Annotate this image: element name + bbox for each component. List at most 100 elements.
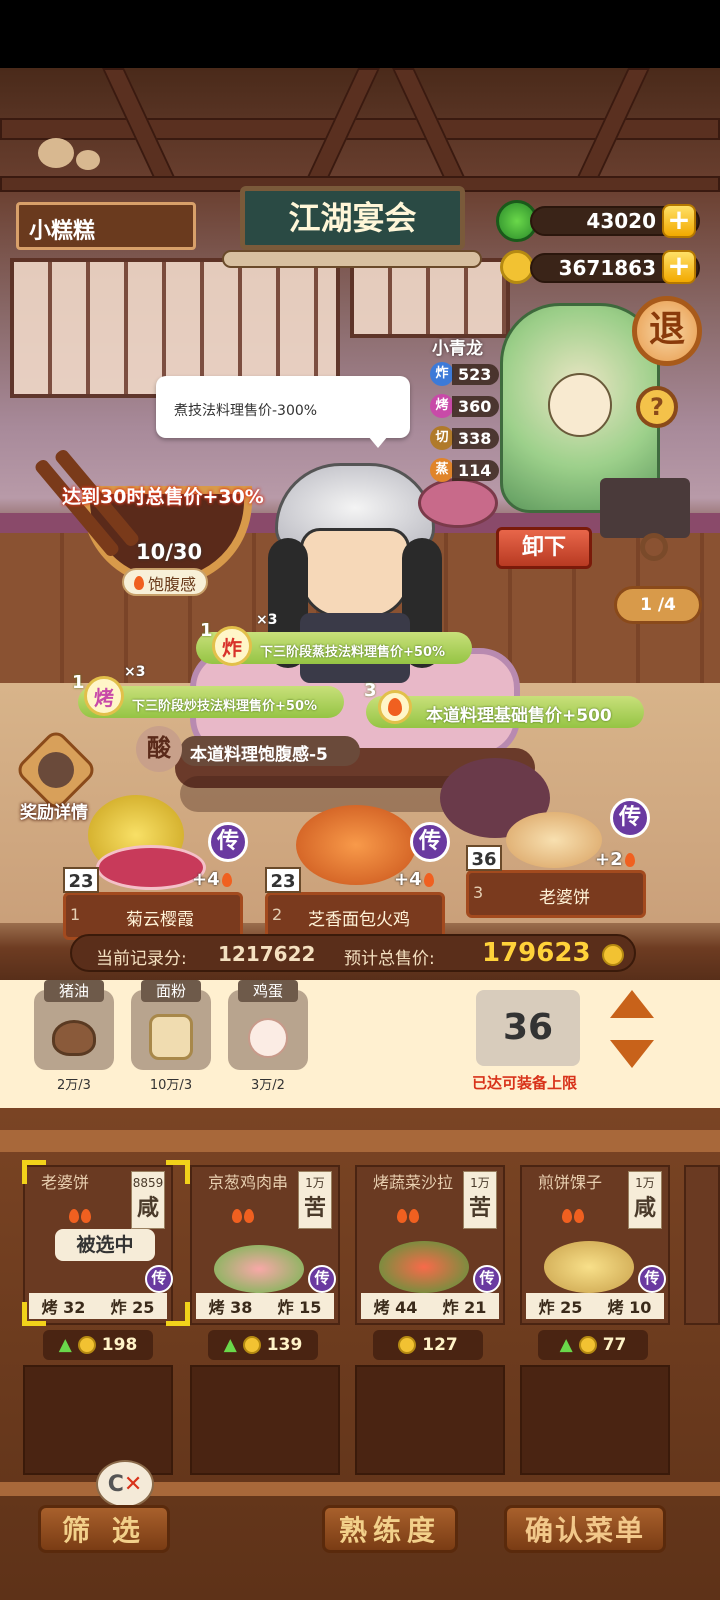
ingredient-name: 鸡蛋 xyxy=(238,980,298,1002)
bird-decoration xyxy=(38,138,74,168)
recipe-card-1[interactable]: 老婆饼 8859 咸 被选中 传 烤 32 炸 25 xyxy=(23,1165,173,1325)
quantity-display: 36 xyxy=(476,990,580,1066)
record-value: 1217622 xyxy=(218,942,316,966)
pink-basin xyxy=(418,478,498,528)
exit-button[interactable]: 退 xyxy=(632,296,702,366)
satiety-progress: 10/30 xyxy=(136,540,203,564)
recipe-card-4[interactable]: 煎饼馃子 1万 咸 传 炸 25 烤 10 xyxy=(520,1165,670,1325)
chef-page-indicator[interactable]: 1 /4 xyxy=(614,586,702,624)
flame-icon xyxy=(222,873,232,887)
dish-name: 芝香面包火鸡 xyxy=(308,910,410,930)
stat-value: 25 xyxy=(560,1298,583,1317)
filter-clear-icon[interactable]: C ✕ xyxy=(96,1460,154,1508)
dish-count: 23 xyxy=(63,867,99,893)
stat-value: 523 xyxy=(452,363,500,385)
coin-icon xyxy=(398,1336,417,1354)
anvil xyxy=(600,478,690,538)
ingredient-lard[interactable]: 猪油 2万/3 xyxy=(34,980,114,1093)
score-bar: 当前记录分: 1217622 预计总售价: 179623 xyxy=(70,934,636,972)
add-gems-button[interactable]: + xyxy=(662,204,696,238)
hanging-ring xyxy=(640,533,668,561)
menu-slot-2[interactable]: 23 2 芝香面包火鸡 +4 xyxy=(265,867,445,940)
help-button[interactable]: ? xyxy=(636,386,678,428)
quantity-down-arrow[interactable] xyxy=(610,1040,654,1068)
recipe-tag: 1万 苦 xyxy=(463,1171,497,1229)
bonus-text: 下三阶段蒸技法料理售价+50% xyxy=(260,645,446,660)
recipe-image xyxy=(379,1241,469,1293)
dish-plate xyxy=(96,845,206,890)
confirm-menu-button[interactable]: 确认菜单 xyxy=(504,1505,666,1553)
recipe-stats: 炸 25 烤 10 xyxy=(526,1293,664,1319)
satiety-badge: 饱腹感 xyxy=(122,568,209,596)
bonus-text: 本道料理基础售价+500 xyxy=(426,706,612,726)
banner-title: 江湖宴会 xyxy=(240,186,465,250)
coin-icon xyxy=(500,250,534,284)
stat-value: 10 xyxy=(629,1298,652,1317)
recipe-price: ▲ 77 xyxy=(538,1330,648,1360)
roast-badge-icon: 烤 xyxy=(84,676,124,716)
chef-face xyxy=(300,528,410,618)
coin-icon xyxy=(602,944,624,966)
fry-badge-icon: 炸 xyxy=(212,626,252,666)
slot-index: 1 xyxy=(70,905,81,924)
lattice-window xyxy=(350,258,510,338)
add-coins-button[interactable]: + xyxy=(662,250,696,284)
flame-icon xyxy=(397,1209,407,1223)
recipe-card-2[interactable]: 京葱鸡肉串 1万 苦 传 烤 38 炸 15 xyxy=(190,1165,340,1325)
stat-steam: 蒸 114 xyxy=(430,458,500,482)
legendary-badge: 传 xyxy=(208,822,248,862)
bonus-fry: 1 炸 ×3 下三阶段蒸技法料理售价+50% xyxy=(196,612,472,666)
bonus-base-price: 3 本道料理基础售价+500 xyxy=(364,680,644,728)
bonus-multiplier: ×3 xyxy=(124,664,146,680)
legendary-badge: 传 xyxy=(473,1265,501,1293)
flame-icon xyxy=(69,1209,79,1223)
up-arrow-icon: ▲ xyxy=(58,1335,72,1355)
ingredient-flour[interactable]: 面粉 10万/3 xyxy=(131,980,211,1093)
recipe-name: 京葱鸡肉串 xyxy=(208,1173,289,1192)
empty-slot xyxy=(520,1365,670,1475)
selected-label: 被选中 xyxy=(55,1229,155,1261)
stat-value: 21 xyxy=(464,1298,487,1317)
legendary-badge: 传 xyxy=(308,1265,336,1293)
stat-icon: 炸 xyxy=(110,1298,127,1317)
price-value: 139 xyxy=(266,1335,303,1355)
unequip-button[interactable]: 卸下 xyxy=(496,527,592,569)
recipe-stats: 烤 38 炸 15 xyxy=(196,1293,334,1319)
shelf-top xyxy=(0,1130,720,1152)
recipe-card-3[interactable]: 烤蔬菜沙拉 1万 苦 传 烤 44 炸 21 xyxy=(355,1165,505,1325)
legendary-badge: 传 xyxy=(638,1265,666,1293)
flame-icon xyxy=(562,1209,572,1223)
flour-icon xyxy=(149,1014,193,1060)
filter-button[interactable]: 筛 选 xyxy=(38,1505,170,1553)
flame-icon xyxy=(424,873,434,887)
quantity-up-arrow[interactable] xyxy=(610,990,654,1018)
reward-label[interactable]: 奖励详情 xyxy=(20,798,88,823)
proficiency-button[interactable]: 熟练度 xyxy=(322,1505,458,1553)
ingredient-egg[interactable]: 鸡蛋 3万/2 xyxy=(228,980,308,1093)
recipe-image xyxy=(214,1245,304,1293)
empty-slot xyxy=(190,1365,340,1475)
roast-icon: 烤 xyxy=(430,394,454,418)
stat-value: 360 xyxy=(452,395,500,417)
bonus-multiplier: ×3 xyxy=(256,612,278,628)
empty-slot xyxy=(355,1365,505,1475)
flame-icon xyxy=(244,1209,254,1223)
dish-name: 菊云樱霞 xyxy=(126,910,194,930)
selection-corner xyxy=(166,1302,190,1326)
recipe-name: 老婆饼 xyxy=(41,1173,90,1192)
menu-slot-3[interactable]: 36 3 老婆饼 +2 xyxy=(466,845,646,918)
coin-icon xyxy=(77,1336,96,1354)
up-arrow-icon: ▲ xyxy=(559,1335,573,1355)
stat-value: 38 xyxy=(230,1298,253,1317)
recipe-qty: 1万 xyxy=(305,1176,325,1190)
stat-value: 44 xyxy=(395,1298,418,1317)
coin-icon xyxy=(578,1336,597,1354)
dish-name: 老婆饼 xyxy=(539,888,590,908)
recipe-taste: 咸 xyxy=(136,1196,159,1221)
dish-bonus: +2 xyxy=(595,849,623,870)
selection-corner xyxy=(22,1160,46,1184)
selection-corner xyxy=(166,1160,190,1184)
bonus-level: 1 xyxy=(72,672,85,693)
menu-slot-1[interactable]: 23 1 菊云樱霞 +4 xyxy=(63,867,243,940)
dish-count: 36 xyxy=(466,845,502,871)
